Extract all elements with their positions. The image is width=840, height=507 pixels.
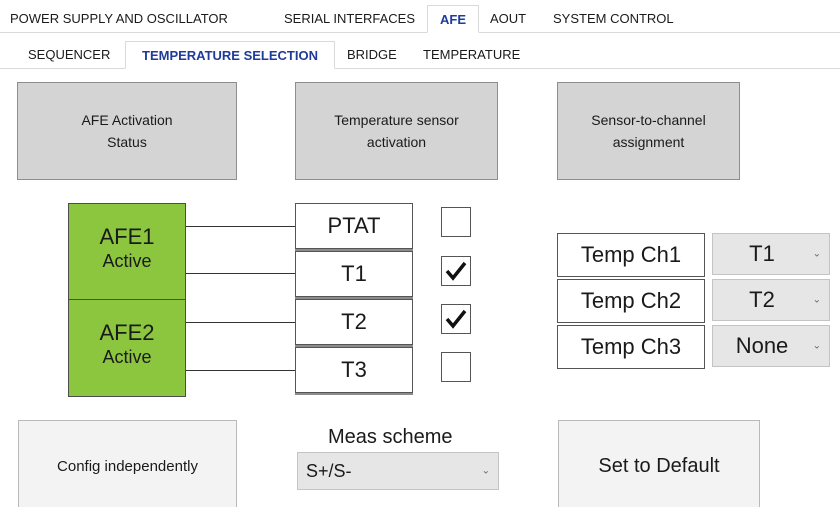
temp-ch2-value: T2	[749, 287, 775, 312]
t2-checkbox[interactable]	[441, 304, 471, 334]
tab-sequencer[interactable]: SEQUENCER	[28, 41, 110, 69]
temperature-sensor-activation-line1: Temperature sensor	[334, 112, 459, 128]
config-independently-button[interactable]: Config independently	[18, 420, 237, 507]
temp-ch3-value: None	[735, 333, 789, 358]
connector-line	[186, 226, 295, 227]
tab-system-control[interactable]: SYSTEM CONTROL	[553, 5, 674, 33]
temp-ch1-value: T1	[749, 241, 775, 266]
set-to-default-button[interactable]: Set to Default	[558, 420, 760, 507]
afe2-status: Active	[102, 347, 152, 367]
afe2-name: AFE2	[99, 320, 155, 345]
sensor-to-channel-assignment-button[interactable]: Sensor-to-channel assignment	[557, 82, 740, 180]
temp-ch3-label: Temp Ch3	[557, 325, 705, 369]
tab-power-supply-oscillator[interactable]: POWER SUPPLY AND OSCILLATOR	[10, 5, 228, 33]
afe1-block: AFE1 Active	[68, 203, 186, 300]
temp-ch1-label: Temp Ch1	[557, 233, 705, 277]
sensor-t2: T2	[295, 299, 413, 345]
temp-ch2-label: Temp Ch2	[557, 279, 705, 323]
ptat-checkbox[interactable]	[441, 207, 471, 237]
tab-temperature-selection[interactable]: TEMPERATURE SELECTION	[125, 41, 335, 69]
sensor-t3: T3	[295, 347, 413, 393]
afe-activation-status-line1: AFE Activation	[81, 112, 173, 128]
sensor-to-channel-assignment-line1: Sensor-to-channel	[591, 112, 706, 128]
chevron-down-icon: ⌄	[812, 340, 821, 352]
afe-activation-status-button[interactable]: AFE Activation Status	[17, 82, 237, 180]
connector-line	[186, 322, 295, 323]
connector-line	[186, 370, 295, 371]
t3-checkbox[interactable]	[441, 352, 471, 382]
sensor-ptat: PTAT	[295, 203, 413, 249]
tab-serial-interfaces[interactable]: SERIAL INTERFACES	[284, 5, 415, 33]
temperature-sensor-activation-button[interactable]: Temperature sensor activation	[295, 82, 498, 180]
meas-scheme-label: Meas scheme	[328, 426, 453, 448]
temperature-sensor-activation-line2: activation	[366, 134, 427, 150]
connector-line	[186, 273, 295, 274]
checkmark-icon	[445, 309, 467, 329]
sensor-to-channel-assignment-line2: assignment	[612, 134, 685, 150]
temp-ch1-select[interactable]: T1 ⌄	[712, 233, 830, 275]
afe1-status: Active	[102, 251, 152, 271]
main-tab-bar: POWER SUPPLY AND OSCILLATOR SERIAL INTER…	[0, 5, 840, 33]
tab-bridge[interactable]: BRIDGE	[347, 41, 397, 69]
tab-aout[interactable]: AOUT	[490, 5, 526, 33]
chevron-down-icon: ⌄	[481, 465, 490, 477]
afe-activation-status-line2: Status	[107, 134, 147, 150]
sensor-t1: T1	[295, 251, 413, 297]
checkmark-icon	[445, 261, 467, 281]
t1-checkbox[interactable]	[441, 256, 471, 286]
meas-scheme-value: S+/S-	[306, 460, 352, 481]
chevron-down-icon: ⌄	[812, 248, 821, 260]
afe1-name: AFE1	[99, 224, 155, 249]
temp-ch2-select[interactable]: T2 ⌄	[712, 279, 830, 321]
tab-temperature[interactable]: TEMPERATURE	[423, 41, 520, 69]
tab-afe[interactable]: AFE	[427, 5, 479, 33]
chevron-down-icon: ⌄	[812, 294, 821, 306]
afe2-block: AFE2 Active	[68, 299, 186, 397]
sub-tab-bar: SEQUENCER TEMPERATURE SELECTION BRIDGE T…	[0, 41, 840, 69]
temp-ch3-select[interactable]: None ⌄	[712, 325, 830, 367]
meas-scheme-select[interactable]: S+/S- ⌄	[297, 452, 499, 490]
